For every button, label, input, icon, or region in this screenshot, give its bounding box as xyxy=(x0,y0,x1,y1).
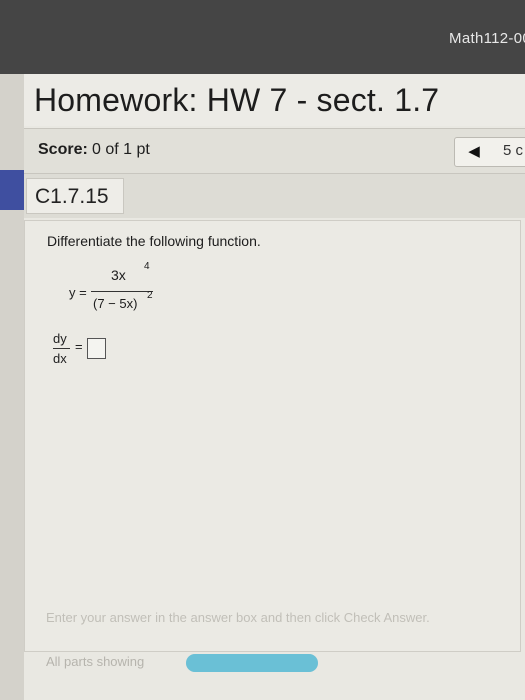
left-gutter xyxy=(0,74,24,700)
question-prompt: Differentiate the following function. xyxy=(47,233,261,249)
instructions-text: Enter your answer in the answer box and … xyxy=(46,610,430,625)
question-id-box: C1.7.15 xyxy=(26,178,124,214)
parts-progress-bar xyxy=(186,654,318,672)
score-value: 0 of 1 pt xyxy=(92,141,150,158)
denominator-exponent: 2 xyxy=(147,290,153,301)
left-triangle-icon: ◀ xyxy=(468,143,480,160)
derivative-dx: dx xyxy=(53,351,67,366)
homework-header: Homework: HW 7 - sect. 1.7 xyxy=(24,74,525,126)
question-id: C1.7.15 xyxy=(35,185,109,208)
function-y-label: y = xyxy=(69,285,87,300)
homework-card: Homework: HW 7 - sect. 1.7 Score: 0 of 1… xyxy=(24,74,525,700)
score-label: Score: xyxy=(38,141,88,158)
derivative-dy: dy xyxy=(53,331,67,346)
fraction-denominator: (7 − 5x) xyxy=(93,296,138,311)
previous-question-button[interactable]: ◀ xyxy=(459,142,489,162)
question-area: Differentiate the following function. y … xyxy=(24,220,521,652)
parts-showing-label: All parts showing xyxy=(46,654,145,669)
top-bar: Math112-00 xyxy=(0,0,525,74)
parts-progress-fill xyxy=(186,654,318,672)
question-number-label: 5 c xyxy=(503,142,524,159)
score-row: Score: 0 of 1 pt ◀ 5 c xyxy=(24,128,525,174)
question-pager: ◀ 5 c xyxy=(454,137,525,167)
page-title: Homework: HW 7 - sect. 1.7 xyxy=(34,82,440,118)
derivative-fraction-bar xyxy=(53,348,70,349)
numerator-exponent: 4 xyxy=(144,261,150,272)
fraction-numerator: 3x xyxy=(111,267,126,283)
question-id-row: C1.7.15 xyxy=(24,174,525,218)
answer-input[interactable] xyxy=(87,338,106,359)
fraction-bar xyxy=(91,291,153,292)
equals-sign: = xyxy=(75,339,83,354)
left-accent-tab xyxy=(0,170,24,210)
course-name: Math112-00 xyxy=(449,30,525,47)
